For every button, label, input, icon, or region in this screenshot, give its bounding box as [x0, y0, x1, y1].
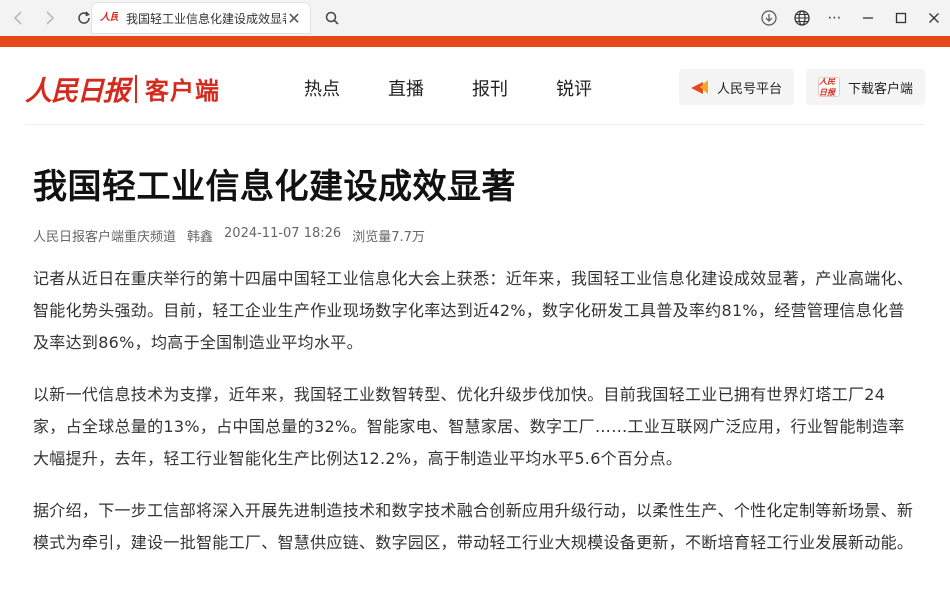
- browser-tab[interactable]: 人民日报 我国轻工业信息化建设成效显著 ✕: [92, 3, 310, 33]
- article-source: 人民日报客户端重庆频道: [33, 230, 177, 245]
- download-app-label: 下载客户端: [847, 81, 913, 97]
- more-options-icon[interactable]: ⋯: [818, 0, 851, 36]
- article-author: 韩鑫: [187, 230, 214, 245]
- browser-toolbar: 人民日报 我国轻工业信息化建设成效显著 ✕ ⋯: [0, 0, 950, 36]
- site-favicon-icon: 人民日报: [100, 12, 118, 23]
- nav-item-hot[interactable]: 热点: [304, 75, 388, 101]
- megaphone-icon: [691, 80, 709, 94]
- article-paragraph: 据介绍，下一步工信部将深入开展先进制造技术和数字技术融合创新应用升级行动，以柔性…: [33, 501, 914, 552]
- platform-button-label: 人民号平台: [716, 81, 782, 97]
- close-icon[interactable]: ✕: [286, 9, 302, 28]
- logo-sub-text: 客户端: [145, 77, 220, 105]
- article-views: 浏览量7.7万: [352, 230, 425, 245]
- logo-divider: [135, 74, 137, 103]
- minimize-icon[interactable]: [851, 0, 884, 36]
- logo-main-text: 人民日报: [25, 76, 130, 107]
- site-header: 人民日报 客户端 热点 直播 报刊 锐评 人民号平台 人民日报 下载客户端: [25, 47, 925, 125]
- article-paragraph: 记者从近日在重庆举行的第十四届中国轻工业信息化大会上获悉：近年来，我国轻工业信息…: [33, 269, 914, 352]
- main-nav: 热点 直播 报刊 锐评: [304, 75, 640, 101]
- globe-icon[interactable]: [785, 0, 818, 36]
- window-controls: ⋯: [752, 0, 950, 36]
- article-meta: 人民日报客户端重庆频道 韩鑫 2024-11-07 18:26 浏览量7.7万: [33, 226, 917, 245]
- download-icon[interactable]: [752, 0, 785, 36]
- article-datetime: 2024-11-07 18:26: [224, 226, 342, 241]
- maximize-icon[interactable]: [884, 0, 917, 36]
- article-title: 我国轻工业信息化建设成效显著: [33, 167, 516, 207]
- tab-title: 我国轻工业信息化建设成效显著: [126, 11, 286, 26]
- nav-item-newspaper[interactable]: 报刊: [472, 75, 556, 101]
- header-actions: 人民号平台 人民日报 下载客户端: [667, 69, 925, 105]
- article-paragraph: 以新一代信息技术为支撑，近年来，我国轻工业数智转型、优化升级步伐加快。目前我国轻…: [33, 385, 905, 468]
- nav-item-commentary[interactable]: 锐评: [556, 75, 640, 101]
- brand-stripe: [0, 36, 950, 47]
- download-app-button[interactable]: 人民日报 下载客户端: [805, 69, 925, 105]
- platform-button[interactable]: 人民号平台: [678, 69, 794, 105]
- nav-item-live[interactable]: 直播: [388, 75, 472, 101]
- search-icon[interactable]: [318, 5, 346, 31]
- back-arrow-icon[interactable]: [6, 6, 30, 30]
- app-logo-icon: 人民日报: [817, 77, 840, 97]
- close-window-icon[interactable]: [917, 0, 950, 36]
- forward-arrow-icon[interactable]: [38, 6, 62, 30]
- article: 我国轻工业信息化建设成效显著 人民日报客户端重庆频道 韩鑫 2024-11-07…: [0, 165, 950, 559]
- site-logo[interactable]: 人民日报 客户端: [25, 69, 220, 108]
